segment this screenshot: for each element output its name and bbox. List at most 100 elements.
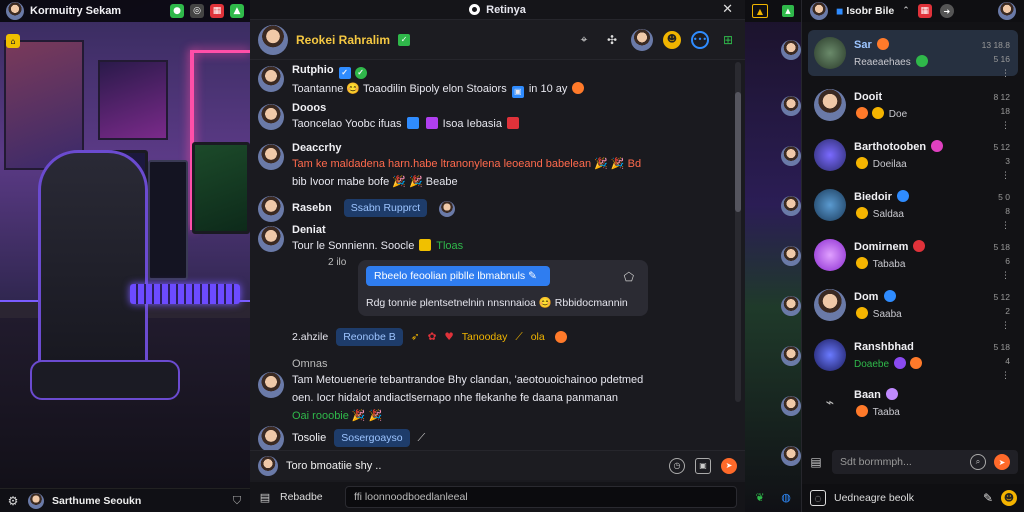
avatar[interactable] [28, 492, 44, 509]
menu-icon[interactable]: ⋮ [1001, 319, 1010, 333]
gamepad-icon[interactable]: ● [170, 4, 184, 18]
chart-icon[interactable]: ▲ [230, 4, 244, 18]
search-input[interactable]: Sdt bormmph... ⌕ ➤ [832, 450, 1018, 474]
image-icon[interactable]: ▣ [695, 457, 711, 474]
scrollbar-thumb[interactable] [735, 92, 741, 212]
contact-item[interactable]: ⌁ Baan Taaba [808, 380, 1018, 426]
globe-icon[interactable]: ◎ [190, 4, 204, 18]
calendar-icon[interactable]: ▦ [917, 4, 932, 18]
avatar[interactable] [781, 96, 801, 116]
message-author[interactable]: Deaccrhy [292, 142, 641, 154]
avatar[interactable] [781, 196, 801, 216]
close-icon[interactable]: ✕ [722, 2, 733, 17]
wand-icon[interactable]: ⟋ [418, 431, 426, 445]
menu-icon[interactable]: ⋮ [1001, 169, 1010, 183]
pen-icon[interactable]: ✎ [983, 491, 993, 505]
menu-icon[interactable]: ⋮ [1001, 219, 1010, 233]
forward-icon[interactable]: ➜ [939, 4, 954, 18]
avatar[interactable] [781, 346, 801, 366]
reaction-chip[interactable]: Reonobe B [336, 328, 403, 346]
message-author[interactable]: Tosolie [292, 432, 326, 444]
message-author[interactable]: Rutphio ✓ ✓ [292, 64, 586, 79]
chat-header: Reokei Rahralim ✓ ⌖ ✣ ☻ ••• ⊞ [250, 20, 745, 60]
contact-meta: 5 18 6 ⋮ [993, 242, 1010, 283]
avatar[interactable] [258, 226, 284, 252]
footer-input[interactable]: ffi loonnoodboedlanleeal [345, 486, 737, 508]
avatar[interactable] [258, 104, 284, 130]
avatar[interactable] [781, 246, 801, 266]
clock-icon[interactable]: ◷ [669, 457, 685, 474]
contact-item[interactable]: Sar Reaeaehaes 13 18.8 5 16 ⋮ [808, 30, 1018, 79]
message: Omnas Tam Metouenerie tebantrandoe Bhy c… [258, 358, 728, 424]
chevron-up-icon[interactable]: ⌃ [902, 6, 910, 16]
pin-icon[interactable]: ⌖ [575, 31, 593, 49]
rocket-icon[interactable]: ➶ [411, 331, 420, 343]
heart-icon[interactable]: ♥ [444, 331, 453, 343]
avatar[interactable] [258, 196, 284, 222]
message-author[interactable]: Rasebn [292, 202, 332, 214]
emoji-icon[interactable]: ☻ [1001, 490, 1017, 506]
scrollbar[interactable] [735, 62, 741, 402]
more-icon[interactable]: ••• [691, 30, 709, 49]
send-icon[interactable]: ➤ [994, 454, 1010, 470]
avatar [814, 289, 846, 321]
calendar-icon[interactable]: ▦ [210, 4, 224, 18]
menu-icon[interactable]: ⋮ [1001, 67, 1010, 81]
contact-item[interactable]: Domirnem Tababa 5 18 6 ⋮ [808, 232, 1018, 281]
message-input[interactable]: Toro bmoatiie shy .. [286, 460, 381, 472]
keyboard [130, 284, 240, 304]
chat-icon[interactable]: ▤ [258, 490, 272, 504]
expand-icon[interactable]: ✣ [603, 31, 621, 49]
message-author[interactable]: Deniat [292, 224, 463, 236]
avatar[interactable] [781, 296, 801, 316]
contact-item[interactable]: Ranshbhad Doaebe 5 18 4 ⋮ [808, 332, 1018, 381]
message-chip[interactable]: Sosergoayso [334, 429, 410, 447]
chat-icon[interactable]: ◌ [810, 490, 826, 506]
tag-icon[interactable]: ⌂ [6, 34, 20, 48]
search-icon[interactable]: ⌕ [970, 454, 986, 470]
cart-icon[interactable]: ⊞ [719, 31, 737, 49]
contacts-header: ◼ Isobr Bile ⌃ ▦ ➜ [802, 0, 1024, 22]
avatar[interactable] [781, 396, 801, 416]
image-icon[interactable]: ▲ [752, 4, 768, 18]
avatar[interactable] [258, 66, 284, 92]
message-chip[interactable]: Ssabn Rupprct [343, 199, 428, 217]
contact-item[interactable]: Dooit Doe 8 12 18 ⋮ [808, 82, 1018, 131]
send-icon[interactable]: ➤ [721, 457, 737, 474]
globe-icon[interactable]: ◍ [779, 490, 793, 504]
avatar[interactable] [258, 455, 278, 476]
emoji-icon[interactable]: ☻ [663, 30, 681, 49]
avatar [814, 239, 846, 271]
reaction-tail: ola [530, 331, 545, 343]
avatar[interactable] [6, 2, 24, 20]
message-author[interactable]: Dooos [292, 102, 521, 114]
shield-icon[interactable]: ⛉ [230, 494, 244, 508]
avatar[interactable] [781, 146, 801, 166]
contact-item[interactable]: Biedoir Saldaa 5 0 8 ⋮ [808, 182, 1018, 231]
avatar[interactable] [781, 446, 801, 466]
avatar[interactable] [810, 2, 828, 20]
wand-icon[interactable]: ⟋ [515, 331, 522, 344]
avatar[interactable] [631, 28, 653, 51]
menu-icon[interactable]: ⋮ [1001, 119, 1010, 133]
chat-icon[interactable]: ▤ [808, 454, 824, 470]
contact-item[interactable]: Dom Saaba 5 12 2 ⋮ [808, 282, 1018, 331]
settings-icon[interactable]: ⚙ [6, 494, 20, 508]
avatar[interactable] [258, 144, 284, 170]
avatar[interactable] [258, 426, 284, 450]
avatar[interactable] [781, 40, 801, 60]
leaf-icon[interactable]: ❦ [753, 490, 767, 504]
avatar[interactable] [439, 201, 456, 217]
avatar [814, 37, 846, 69]
edit-icon[interactable]: ⬠ [624, 270, 634, 284]
contact-item[interactable]: Barthotooben Doeilaa 5 12 3 ⋮ [808, 132, 1018, 181]
avatar[interactable] [998, 2, 1016, 20]
message-author[interactable]: Omnas [292, 358, 643, 370]
menu-icon[interactable]: ⋮ [1001, 269, 1010, 283]
avatar[interactable] [258, 24, 288, 55]
chart-icon[interactable]: ▲ [782, 5, 794, 17]
reply-action-button[interactable]: Rbeelo feoolian piblle lbmabnuls ✎ [366, 266, 550, 286]
app-icon [469, 4, 481, 15]
gift-icon[interactable]: ✿ [428, 331, 437, 343]
avatar[interactable] [258, 372, 284, 398]
